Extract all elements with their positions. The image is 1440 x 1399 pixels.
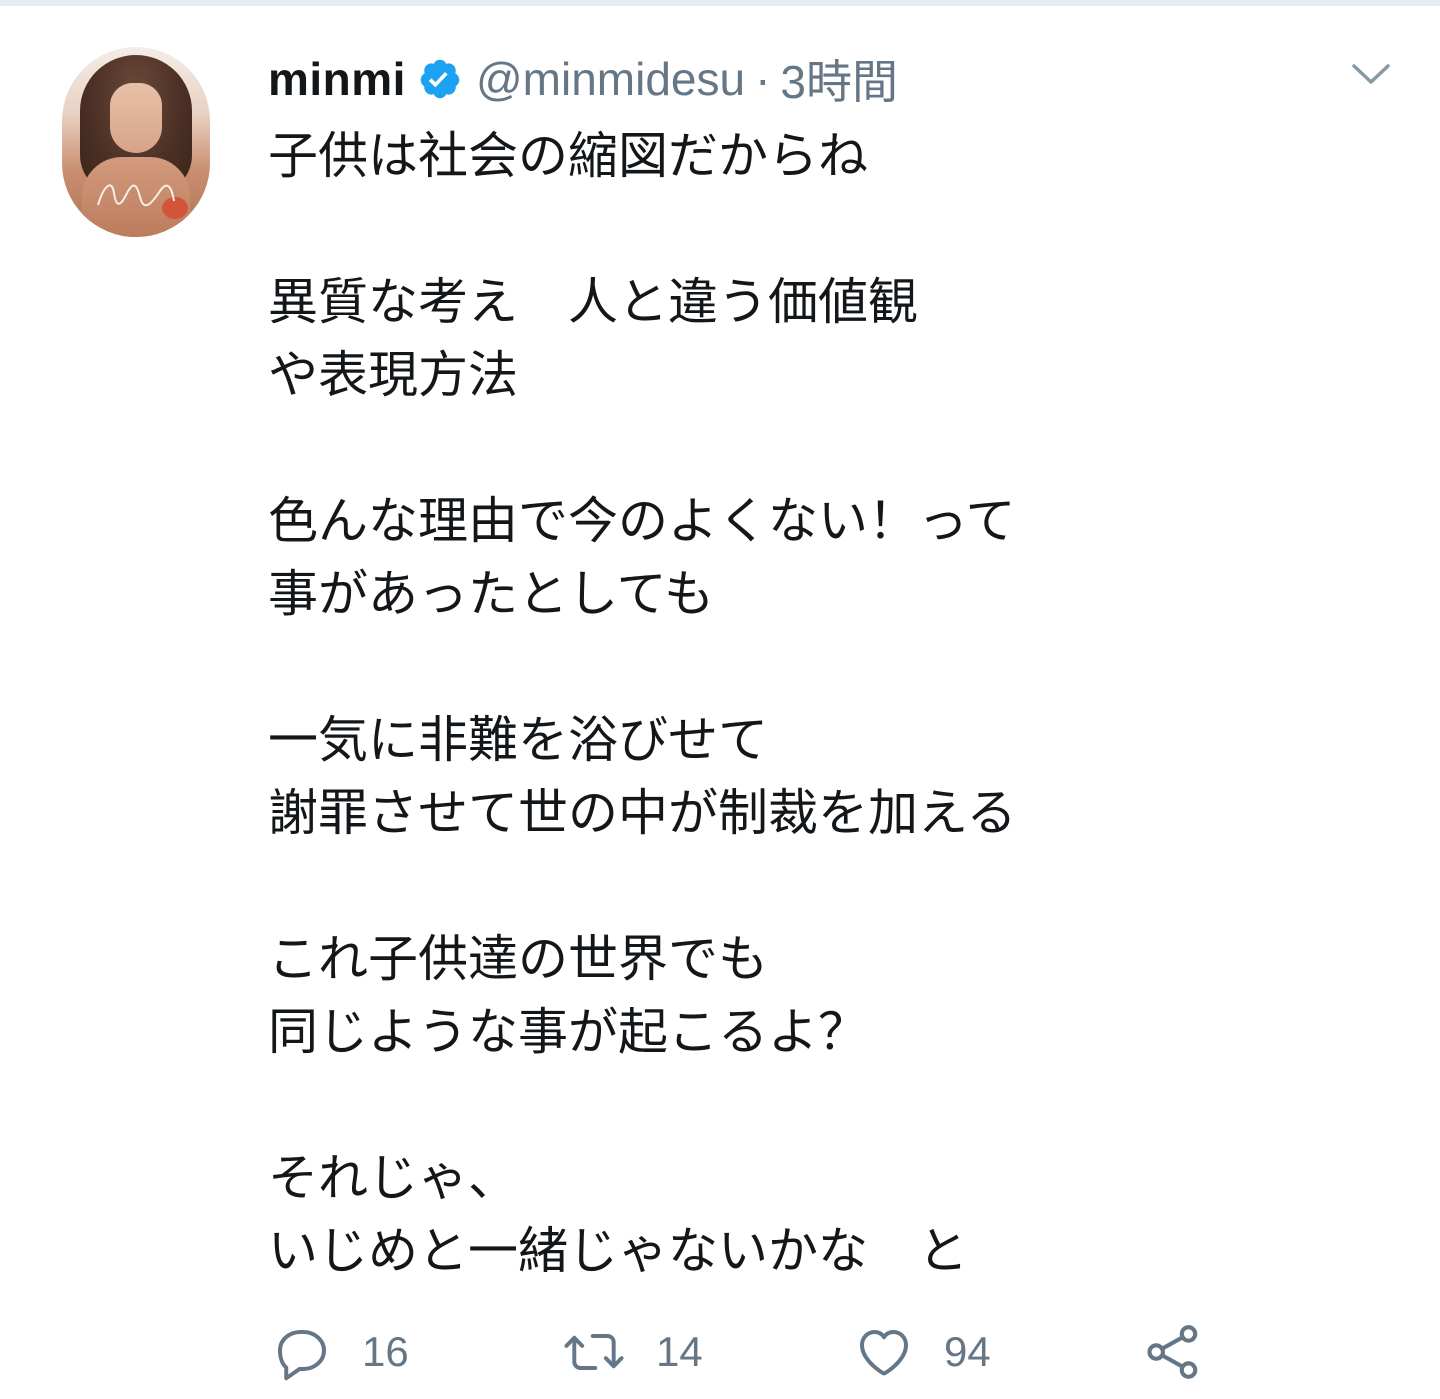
like-count: 94 <box>944 1328 991 1375</box>
tweet-line <box>268 850 1348 923</box>
tweet-line: いじめと一緒じゃないかな と <box>268 1222 968 1280</box>
share-icon <box>1147 1325 1198 1379</box>
heart-icon <box>860 1330 908 1376</box>
reply-icon <box>278 1330 326 1381</box>
retweet-icon <box>564 1334 624 1370</box>
avatar-face <box>110 83 162 153</box>
chevron-down-icon[interactable] <box>1348 56 1394 92</box>
tweet-line: 一気に非難を浴びせて <box>268 711 768 769</box>
tweet-line: これ子供達の世界でも <box>268 930 768 988</box>
tweet-line: 子供は社会の縮図だからね <box>268 127 868 185</box>
author-name[interactable]: minmi <box>268 52 406 106</box>
tweet-text: 子供は社会の縮図だからね 異質な考え 人と違う価値観 や表現方法 色んな理由で今… <box>268 120 1348 1288</box>
tweet-timestamp[interactable]: 3時間 <box>780 46 898 112</box>
tweet-line <box>268 412 1348 485</box>
tweet-line: 色んな理由で今のよくない！って <box>268 492 1016 550</box>
retweet-button[interactable]: 14 <box>562 1316 703 1388</box>
tweet-line <box>268 1069 1348 1142</box>
top-divider <box>0 0 1440 6</box>
tweet-actions: 16 14 94 <box>0 1316 1440 1388</box>
header-separator: · <box>755 53 771 105</box>
tweet-line: 事があったとしても <box>268 565 714 623</box>
retweet-count: 14 <box>656 1328 703 1375</box>
author-handle[interactable]: @minmidesu <box>476 52 745 106</box>
avatar[interactable] <box>62 47 210 237</box>
tweet-line <box>268 631 1348 704</box>
tweet-line: や表現方法 <box>268 346 518 404</box>
tweet-line: 同じような事が起こるよ？ <box>268 1003 868 1061</box>
tweet-header: minmi @minmidesu · 3時間 <box>268 44 898 114</box>
share-button[interactable] <box>1142 1316 1204 1388</box>
reply-count: 16 <box>362 1328 409 1375</box>
reply-button[interactable]: 16 <box>272 1316 409 1388</box>
tweet-line <box>268 193 1348 266</box>
tweet-line: 謝罪させて世の中が制裁を加える <box>268 784 1017 842</box>
like-button[interactable]: 94 <box>854 1316 991 1388</box>
tweet-line: それじゃ、 <box>268 1149 518 1207</box>
verified-badge-icon <box>420 59 460 99</box>
signature-mark <box>97 184 175 207</box>
tweet-line: 異質な考え 人と違う価値観 <box>268 273 918 331</box>
